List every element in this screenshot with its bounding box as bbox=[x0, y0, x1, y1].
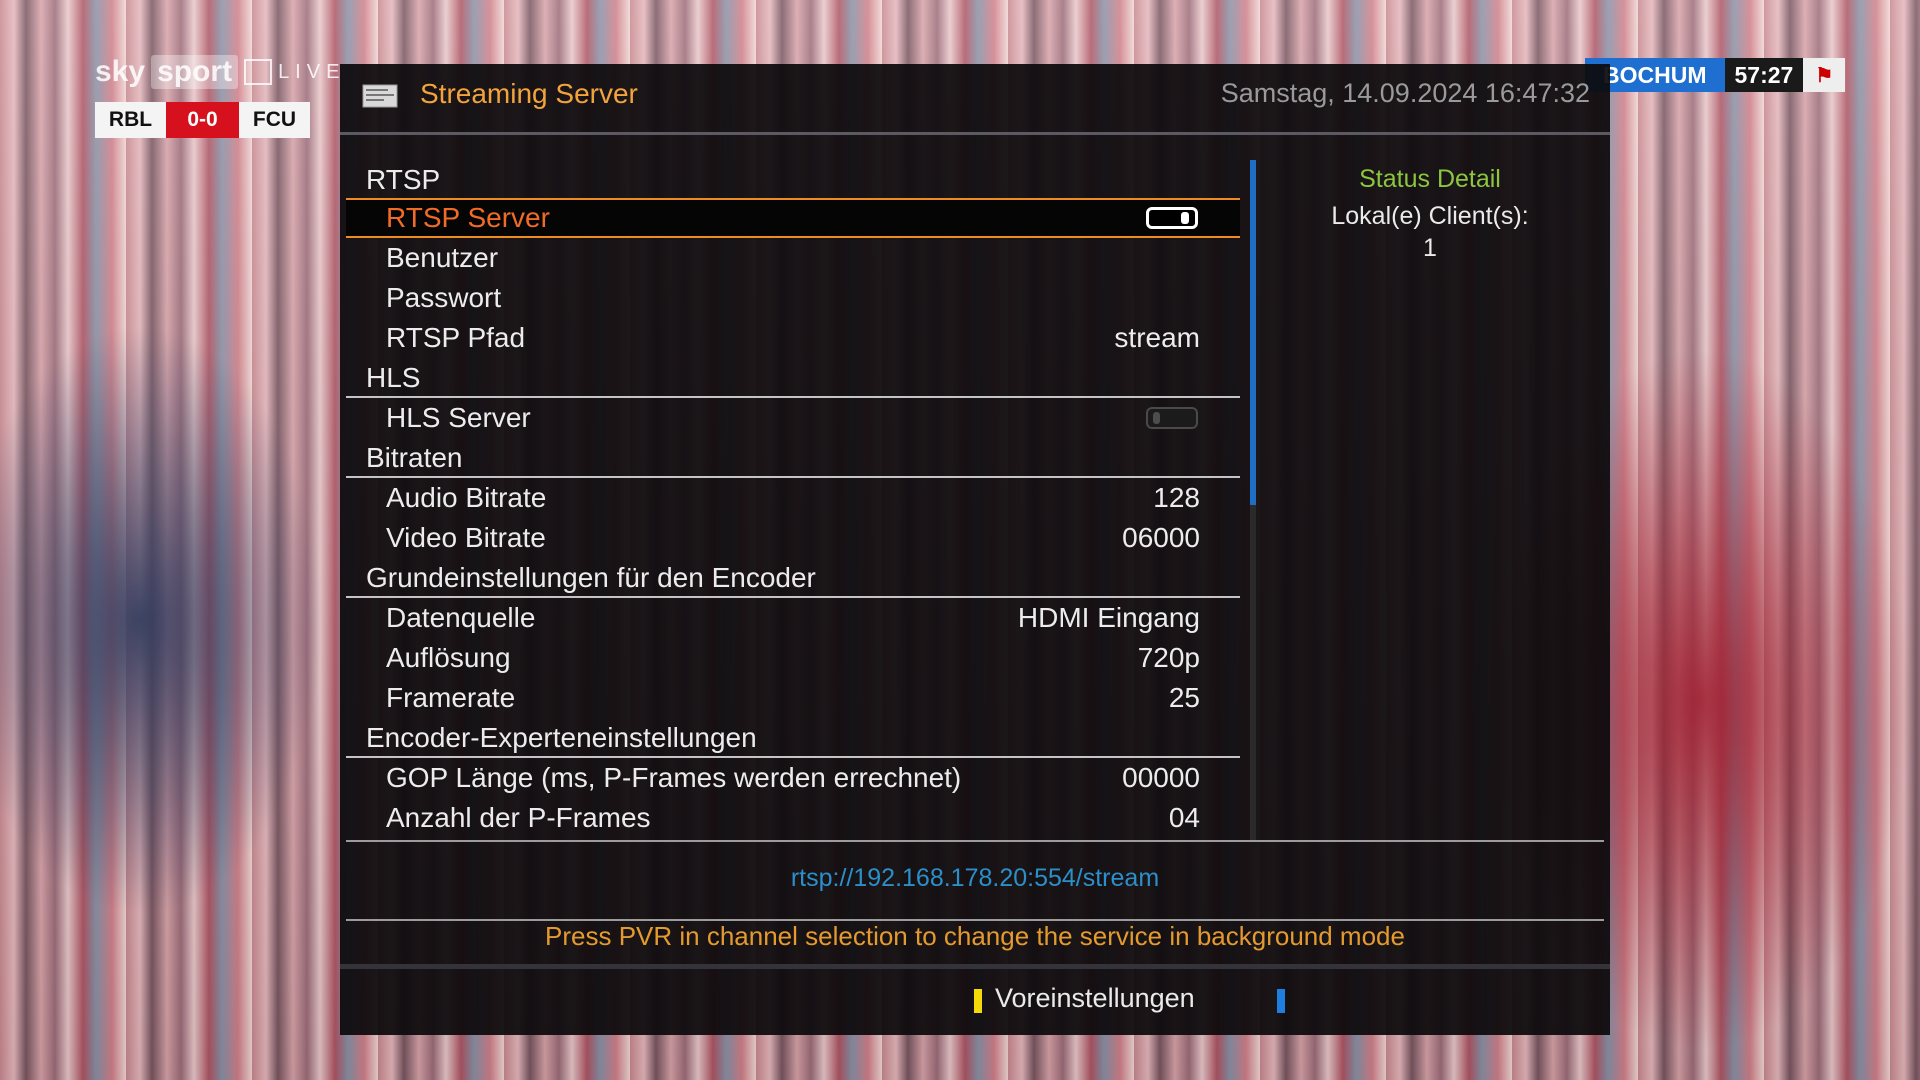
setting-value: HDMI Eingang bbox=[1017, 602, 1200, 633]
section-label: Encoder-Experteneinstellungen bbox=[366, 722, 757, 753]
setting-pframes[interactable]: Anzahl der P-Frames 04 bbox=[346, 798, 1240, 838]
sky-sport-live-logo: sky sport LIVE bbox=[95, 55, 345, 89]
setting-value: 128 bbox=[1153, 482, 1200, 513]
section-header-bitrates: Bitraten bbox=[346, 438, 1240, 478]
setting-label: HLS Server bbox=[386, 402, 531, 433]
setting-password[interactable]: Passwort bbox=[346, 278, 1240, 318]
setting-label: Video Bitrate bbox=[386, 522, 546, 553]
setting-label: GOP Länge (ms, P-Frames werden errechnet… bbox=[386, 762, 962, 793]
yellow-key-icon bbox=[974, 989, 982, 1013]
setting-label: Anzahl der P-Frames bbox=[386, 802, 651, 833]
tv-icon bbox=[362, 84, 398, 108]
sky-logo-text: sky bbox=[95, 55, 146, 88]
setting-label: Datenquelle bbox=[386, 602, 536, 633]
hint-text: Press PVR in channel selection to change… bbox=[545, 921, 1405, 951]
setting-label: Auflösung bbox=[386, 642, 511, 673]
setting-label: Audio Bitrate bbox=[386, 482, 547, 513]
setting-hls-server[interactable]: HLS Server bbox=[346, 398, 1240, 438]
setting-value: 720p bbox=[1137, 642, 1200, 673]
setting-rtsp-path[interactable]: RTSP Pfad stream bbox=[346, 318, 1240, 358]
setting-user[interactable]: Benutzer bbox=[346, 238, 1240, 278]
setting-source[interactable]: Datenquelle HDMI Eingang bbox=[346, 598, 1240, 638]
datetime: Samstag, 14.09.2024 16:47:32 bbox=[1220, 78, 1590, 108]
setting-label: RTSP Pfad bbox=[386, 322, 526, 353]
score: 0-0 bbox=[166, 102, 239, 138]
setting-label: Passwort bbox=[386, 282, 502, 313]
section-label: Grundeinstellungen für den Encoder bbox=[366, 562, 816, 593]
setting-value: 04 bbox=[1168, 802, 1200, 833]
setting-value: 00000 bbox=[1122, 762, 1200, 793]
setting-video-bitrate[interactable]: Video Bitrate 06000 bbox=[346, 518, 1240, 558]
section-header-expert: Encoder-Experteneinstellungen bbox=[346, 718, 1240, 758]
title-bar: Streaming Server Samstag, 14.09.2024 16:… bbox=[340, 64, 1610, 135]
status-title: Status Detail bbox=[1359, 165, 1501, 193]
setting-value: stream bbox=[1114, 322, 1200, 353]
bundesliga-icon bbox=[244, 59, 273, 85]
button-bar: Voreinstellungen bbox=[340, 969, 1610, 1035]
divider bbox=[346, 840, 1604, 842]
scoreboard: RBL 0-0 FCU bbox=[95, 102, 310, 138]
section-header-encoder: Grundeinstellungen für den Encoder bbox=[346, 558, 1240, 598]
setting-label: Benutzer bbox=[386, 242, 499, 273]
away-team: FCU bbox=[239, 102, 310, 138]
hls-server-toggle[interactable] bbox=[1146, 407, 1198, 429]
section-label: Bitraten bbox=[366, 442, 463, 473]
setting-framerate[interactable]: Framerate 25 bbox=[346, 678, 1240, 718]
bundesliga-logo-icon: ⚑ bbox=[1803, 58, 1846, 92]
setting-label: RTSP Server bbox=[386, 202, 550, 233]
streaming-server-dialog: Streaming Server Samstag, 14.09.2024 16:… bbox=[340, 64, 1610, 1035]
sport-logo-text: sport bbox=[151, 55, 239, 89]
conference-scoreboard: BOCHUM 57:27 ⚑ bbox=[1585, 58, 1846, 92]
setting-gop-length[interactable]: GOP Länge (ms, P-Frames werden errechnet… bbox=[346, 758, 1240, 798]
setting-label: Framerate bbox=[386, 682, 516, 713]
setting-value: 06000 bbox=[1122, 522, 1200, 553]
clients-label: Lokal(e) Client(s): bbox=[1331, 202, 1529, 230]
section-header-hls: HLS bbox=[346, 358, 1240, 398]
page-title: Streaming Server bbox=[420, 78, 638, 109]
rtsp-server-toggle[interactable] bbox=[1146, 207, 1198, 229]
section-label: RTSP bbox=[366, 164, 441, 195]
section-header-rtsp: RTSP bbox=[346, 160, 1240, 198]
scrollbar[interactable] bbox=[1250, 160, 1256, 840]
scrollbar-thumb[interactable] bbox=[1250, 160, 1256, 505]
clients-value: 1 bbox=[1423, 234, 1437, 262]
setting-resolution[interactable]: Auflösung 720p bbox=[346, 638, 1240, 678]
setting-rtsp-server[interactable]: RTSP Server bbox=[346, 198, 1240, 238]
setting-audio-bitrate[interactable]: Audio Bitrate 128 bbox=[346, 478, 1240, 518]
settings-list: RTSP RTSP Server Benutzer Passwort RTSP … bbox=[346, 160, 1240, 840]
live-logo-text: LIVE bbox=[278, 60, 346, 83]
game-clock: 57:27 bbox=[1724, 58, 1804, 92]
status-panel: Status Detail Lokal(e) Client(s): 1 bbox=[1270, 160, 1590, 262]
setting-value: 25 bbox=[1168, 682, 1200, 713]
stream-url: rtsp://192.168.178.20:554/stream bbox=[790, 864, 1160, 892]
presets-button[interactable]: Voreinstellungen bbox=[995, 983, 1195, 1014]
home-team: RBL bbox=[95, 102, 166, 138]
blue-key-icon[interactable] bbox=[1277, 989, 1285, 1013]
section-label: HLS bbox=[366, 362, 421, 393]
